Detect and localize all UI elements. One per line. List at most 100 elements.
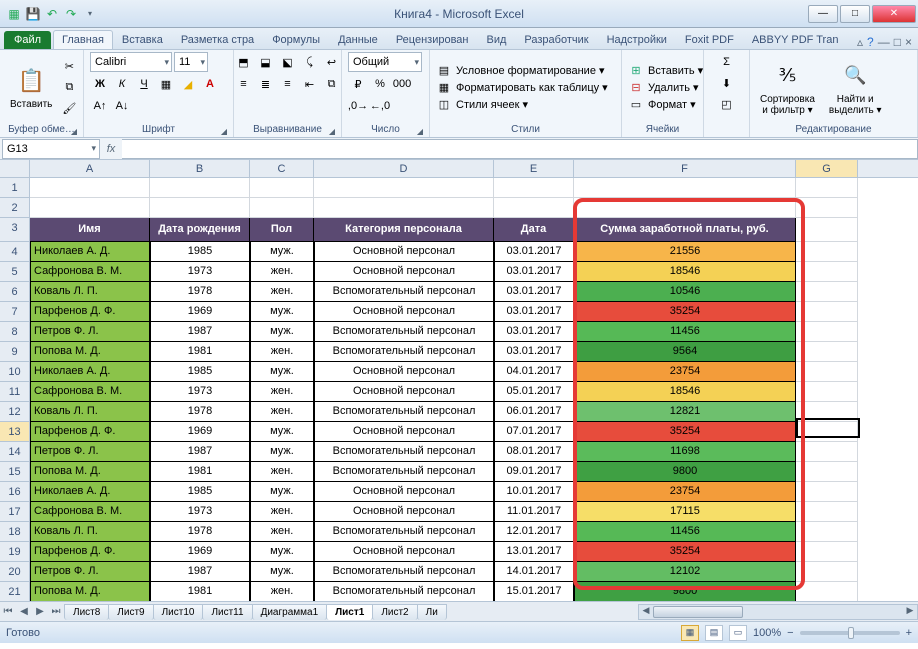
cell-E13[interactable]: 07.01.2017 (494, 422, 574, 442)
cell-F13[interactable]: 35254 (574, 422, 796, 442)
row-header-2[interactable]: 2 (0, 198, 29, 218)
cell-D12[interactable]: Вспомогательный персонал (314, 402, 494, 422)
ribbon-tab-8[interactable]: Надстройки (598, 30, 676, 49)
cell-B10[interactable]: 1985 (150, 362, 250, 382)
row-header-13[interactable]: 13 (0, 422, 29, 442)
cell-F17[interactable]: 17115 (574, 502, 796, 522)
cell-C14[interactable]: муж. (250, 442, 314, 462)
cell-B18[interactable]: 1978 (150, 522, 250, 542)
ribbon-tab-7[interactable]: Разработчик (515, 30, 597, 49)
cell-A10[interactable]: Николаев А. Д. (30, 362, 150, 382)
cell-G7[interactable] (796, 302, 858, 322)
cell-B19[interactable]: 1969 (150, 542, 250, 562)
find-select-button[interactable]: 🔍 Найти и выделить ▾ (825, 58, 886, 118)
autosum-icon[interactable]: Σ (717, 52, 737, 72)
cell-E6[interactable]: 03.01.2017 (494, 282, 574, 302)
name-box[interactable]: G13 (2, 139, 100, 159)
decrease-indent-icon[interactable]: ⇤ (300, 74, 320, 94)
cell-E7[interactable]: 03.01.2017 (494, 302, 574, 322)
cell-A18[interactable]: Коваль Л. П. (30, 522, 150, 542)
row-header-11[interactable]: 11 (0, 382, 29, 402)
currency-icon[interactable]: ₽ (348, 74, 368, 94)
cell-A13[interactable]: Парфенов Д. Ф. (30, 422, 150, 442)
select-all-corner[interactable] (0, 160, 30, 178)
col-header-A[interactable]: A (30, 160, 150, 177)
cell-G18[interactable] (796, 522, 858, 542)
font-color-button[interactable]: A (200, 74, 220, 94)
ribbon-tab-1[interactable]: Вставка (113, 30, 172, 49)
cell-A7[interactable]: Парфенов Д. Ф. (30, 302, 150, 322)
conditional-formatting-button[interactable]: ▤Условное форматирование ▾ (436, 63, 608, 79)
font-size-combo[interactable]: 11 (174, 52, 208, 72)
file-tab[interactable]: Файл (4, 31, 51, 49)
align-top-icon[interactable]: ⬒ (234, 52, 254, 72)
cell-C20[interactable]: муж. (250, 562, 314, 582)
cell-C16[interactable]: муж. (250, 482, 314, 502)
row-header-20[interactable]: 20 (0, 562, 29, 582)
sheet-tab-Ли[interactable]: Ли (417, 604, 447, 620)
cell-B11[interactable]: 1973 (150, 382, 250, 402)
wrap-text-icon[interactable]: ↩ (322, 52, 342, 72)
cell-styles-button[interactable]: ◫Стили ячеек ▾ (436, 97, 608, 113)
cell-A5[interactable]: Сафронова В. М. (30, 262, 150, 282)
cell-B4[interactable]: 1985 (150, 242, 250, 262)
percent-icon[interactable]: % (370, 74, 390, 94)
format-as-table-button[interactable]: ▦Форматировать как таблицу ▾ (436, 80, 608, 96)
merge-icon[interactable]: ⧉ (322, 74, 342, 94)
cell-F2[interactable] (574, 198, 796, 218)
cell-A20[interactable]: Петров Ф. Л. (30, 562, 150, 582)
cell-D2[interactable] (314, 198, 494, 218)
format-painter-icon[interactable]: 🖌 (59, 99, 79, 119)
cell-G10[interactable] (796, 362, 858, 382)
cell-B17[interactable]: 1973 (150, 502, 250, 522)
cell-A6[interactable]: Коваль Л. П. (30, 282, 150, 302)
cell-D15[interactable]: Вспомогательный персонал (314, 462, 494, 482)
row-header-3[interactable]: 3 (0, 218, 29, 242)
cell-B15[interactable]: 1981 (150, 462, 250, 482)
cell-D21[interactable]: Вспомогательный персонал (314, 582, 494, 601)
cell-E19[interactable]: 13.01.2017 (494, 542, 574, 562)
cell-B7[interactable]: 1969 (150, 302, 250, 322)
cell-G20[interactable] (796, 562, 858, 582)
ribbon-tab-10[interactable]: ABBYY PDF Tran (743, 30, 848, 49)
cell-C17[interactable]: жен. (250, 502, 314, 522)
sheet-nav-next-icon[interactable]: ▶ (32, 606, 48, 617)
cell-D6[interactable]: Вспомогательный персонал (314, 282, 494, 302)
insert-cells-button[interactable]: ⊞Вставить ▾ (628, 63, 703, 79)
cell-E21[interactable]: 15.01.2017 (494, 582, 574, 601)
sheet-tab-Лист9[interactable]: Лист9 (108, 604, 153, 620)
ribbon-tab-0[interactable]: Главная (53, 30, 113, 49)
border-button[interactable]: ▦ (156, 74, 176, 94)
cell-D1[interactable] (314, 178, 494, 198)
orientation-icon[interactable]: ⤹ (300, 52, 320, 72)
align-right-icon[interactable]: ≡ (278, 74, 298, 94)
cell-G9[interactable] (796, 342, 858, 362)
cell-A14[interactable]: Петров Ф. Л. (30, 442, 150, 462)
cell-G2[interactable] (796, 198, 858, 218)
cell-B6[interactable]: 1978 (150, 282, 250, 302)
cell-A1[interactable] (30, 178, 150, 198)
zoom-out-button[interactable]: − (787, 627, 793, 639)
header-D[interactable]: Категория персонала (314, 218, 494, 242)
save-icon[interactable]: 💾 (25, 6, 41, 22)
row-header-17[interactable]: 17 (0, 502, 29, 522)
cell-G14[interactable] (796, 442, 858, 462)
row-header-9[interactable]: 9 (0, 342, 29, 362)
cell-C11[interactable]: жен. (250, 382, 314, 402)
cell-F12[interactable]: 12821 (574, 402, 796, 422)
cell-B20[interactable]: 1987 (150, 562, 250, 582)
cell-D8[interactable]: Вспомогательный персонал (314, 322, 494, 342)
italic-button[interactable]: К (112, 74, 132, 94)
cell-C9[interactable]: жен. (250, 342, 314, 362)
sheet-nav-last-icon[interactable]: ⏭ (48, 606, 64, 617)
cell-C18[interactable]: жен. (250, 522, 314, 542)
cell-F11[interactable]: 18546 (574, 382, 796, 402)
align-middle-icon[interactable]: ⬓ (256, 52, 276, 72)
header-C[interactable]: Пол (250, 218, 314, 242)
cell-D11[interactable]: Основной персонал (314, 382, 494, 402)
close-button[interactable]: ✕ (872, 5, 916, 23)
cell-D18[interactable]: Вспомогательный персонал (314, 522, 494, 542)
cell-C19[interactable]: муж. (250, 542, 314, 562)
cell-B12[interactable]: 1978 (150, 402, 250, 422)
delete-cells-button[interactable]: ⊟Удалить ▾ (628, 80, 703, 96)
